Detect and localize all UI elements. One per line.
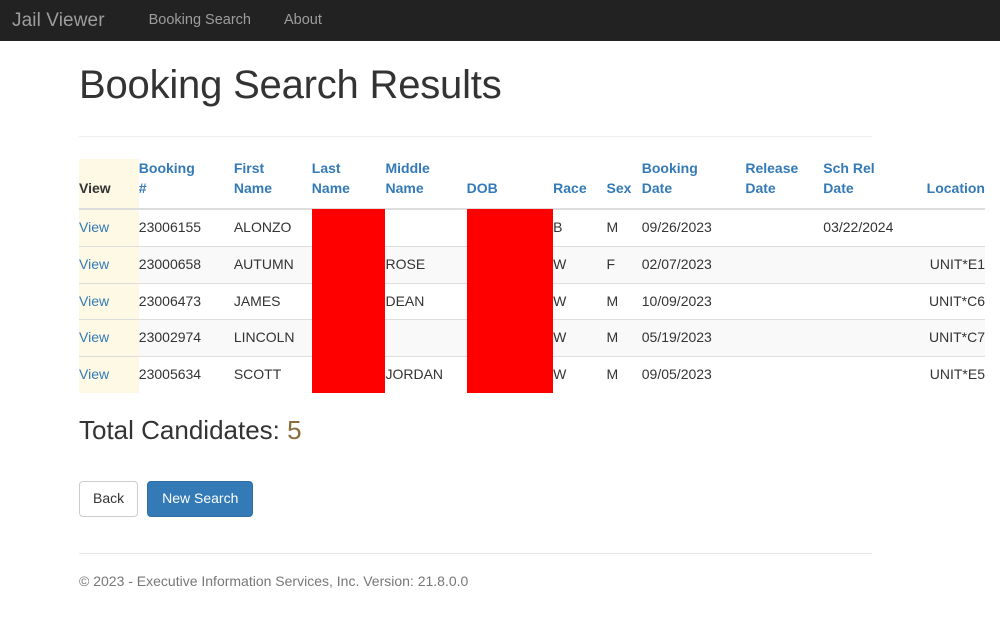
column-header-first-name[interactable]: First Name [233,159,312,210]
cell-sch-rel-date [823,356,923,394]
cell-view: View [79,208,139,247]
cell-middle-name [385,319,467,357]
total-candidates: Total Candidates: 5 [79,416,985,445]
cell-booking-date: 10/09/2023 [641,282,746,320]
button-row: Back New Search [79,480,985,517]
table-header-row: View Booking # First Name Last Name Midd… [79,159,985,210]
cell-first-name: ALONZO [233,208,312,247]
view-link[interactable]: View [79,293,109,309]
footer-divider [79,552,872,554]
view-link[interactable]: View [79,329,109,345]
cell-location [922,208,985,247]
cell-booking-date: 09/05/2023 [641,356,746,394]
cell-location: UNIT*E5 [922,356,985,394]
cell-view: View [79,245,139,283]
cell-race: W [553,282,607,320]
navbar: Jail Viewer Booking Search About [0,0,1000,41]
cell-booking-date: 05/19/2023 [641,319,746,357]
cell-booking-number: 23006155 [138,208,234,247]
title-divider [79,136,872,137]
cell-view: View [79,356,139,394]
column-header-location[interactable]: Location [922,159,985,210]
cell-middle-name: JORDAN [385,356,467,394]
cell-sex: M [606,208,642,247]
last-name-redaction [311,208,386,394]
cell-release-date [745,245,824,283]
page-container: Booking Search Results View Booking # Fi… [0,63,1000,591]
cell-sex: M [606,319,642,357]
cell-first-name: LINCOLN [233,319,312,357]
cell-sex: F [606,245,642,283]
cell-release-date [745,356,824,394]
column-header-booking-number[interactable]: Booking # [138,159,234,210]
back-button[interactable]: Back [79,480,139,517]
cell-first-name: SCOTT [233,356,312,394]
cell-sch-rel-date: 03/22/2024 [823,208,923,247]
cell-middle-name: ROSE [385,245,467,283]
cell-sch-rel-date [823,282,923,320]
cell-booking-number: 23000658 [138,245,234,283]
column-header-race[interactable]: Race [553,159,607,210]
cell-booking-number: 23002974 [138,319,234,357]
table-header: View Booking # First Name Last Name Midd… [79,159,985,210]
total-candidates-count: 5 [287,415,302,446]
cell-release-date [745,208,824,247]
new-search-button[interactable]: New Search [147,480,254,517]
cell-race: B [553,208,607,247]
cell-location: UNIT*C7 [922,319,985,357]
cell-first-name: JAMES [233,282,312,320]
cell-sch-rel-date [823,319,923,357]
view-link[interactable]: View [79,256,109,272]
results-table-wrapper: View Booking # First Name Last Name Midd… [79,159,985,394]
column-header-sex[interactable]: Sex [606,159,642,210]
cell-race: W [553,245,607,283]
column-header-release-date[interactable]: Release Date [745,159,824,210]
column-header-sch-rel-date[interactable]: Sch Rel Date [823,159,923,210]
footer-copyright: © 2023 - Executive Information Services,… [79,572,469,589]
cell-sex: M [606,282,642,320]
cell-race: W [553,356,607,394]
cell-view: View [79,319,139,357]
cell-sch-rel-date [823,245,923,283]
cell-release-date [745,319,824,357]
nav-link-booking-search[interactable]: Booking Search [149,13,251,28]
navbar-brand[interactable]: Jail Viewer [12,11,105,30]
cell-release-date [745,282,824,320]
column-header-middle-name[interactable]: Middle Name [385,159,467,210]
cell-sex: M [606,356,642,394]
cell-race: W [553,319,607,357]
column-header-view: View [79,159,139,210]
navbar-links: Booking Search About [149,13,355,28]
column-header-last-name[interactable]: Last Name [311,159,386,210]
dob-redaction [466,208,554,394]
cell-booking-date: 02/07/2023 [641,245,746,283]
cell-booking-number: 23006473 [138,282,234,320]
view-link[interactable]: View [79,366,109,382]
cell-booking-date: 09/26/2023 [641,208,746,247]
cell-location: UNIT*E1 [922,245,985,283]
nav-link-about[interactable]: About [284,13,322,28]
cell-middle-name [385,208,467,247]
cell-view: View [79,282,139,320]
view-link[interactable]: View [79,219,109,235]
total-candidates-label: Total Candidates: [79,415,280,446]
page-title: Booking Search Results [79,63,502,107]
column-header-booking-date[interactable]: Booking Date [641,159,746,210]
cell-booking-number: 23005634 [138,356,234,394]
cell-middle-name: DEAN [385,282,467,320]
cell-first-name: AUTUMN [233,245,312,283]
column-header-dob[interactable]: DOB [466,159,554,210]
cell-location: UNIT*C6 [922,282,985,320]
